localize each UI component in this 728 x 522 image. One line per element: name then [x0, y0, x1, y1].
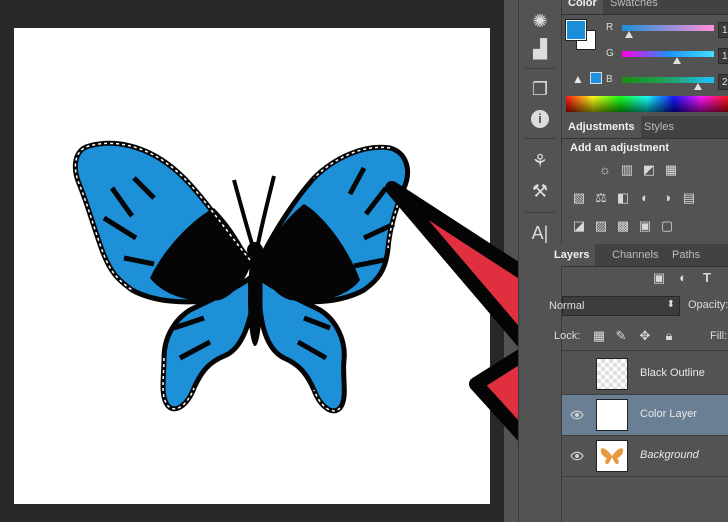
eye-icon[interactable] — [570, 449, 584, 463]
channel-label-b: B — [606, 74, 613, 85]
butterfly-body — [248, 250, 262, 346]
adjustment-icon[interactable]: ▨ — [592, 218, 610, 234]
layer-name: Color Layer — [640, 408, 697, 420]
filter-adjustment-icon[interactable]: ◐ — [674, 270, 692, 286]
channel-value-g[interactable]: 1 — [718, 48, 728, 64]
butterfly-antenna-left — [232, 179, 254, 245]
channel-value-b[interactable]: 2 — [718, 74, 728, 90]
layers-panel-tabs: Layers Channels Paths — [548, 244, 728, 267]
adjustments-panel-tabs: Adjustments Styles — [562, 116, 728, 139]
adjustment-icon[interactable]: ▤ — [680, 190, 698, 206]
tab-layers[interactable]: Layers — [548, 244, 596, 266]
eye-icon[interactable] — [570, 408, 584, 422]
layer-row[interactable]: Black Outline — [562, 354, 728, 395]
tab-styles[interactable]: Styles — [638, 116, 680, 138]
channel-value-r[interactable]: 1 — [718, 22, 728, 38]
fill-label: Fill: — [710, 330, 728, 342]
tab-paths[interactable]: Paths — [666, 244, 706, 266]
adjustment-icon[interactable]: ▥ — [618, 162, 636, 178]
lock-move-icon[interactable]: ✥ — [636, 328, 654, 344]
tab-color[interactable]: Color — [562, 0, 603, 14]
info-icon[interactable]: i — [525, 104, 555, 134]
lock-transparent-icon[interactable]: ▦ — [590, 328, 608, 344]
adjustment-icon[interactable]: ▣ — [636, 218, 654, 234]
layer-row[interactable]: Background — [562, 436, 728, 477]
color-panel-tabs: Color Swatches — [562, 0, 728, 15]
filter-pixel-icon[interactable]: ▣ — [650, 270, 668, 286]
layer-thumbnail — [596, 399, 628, 431]
add-adjustment-heading: Add an adjustment — [570, 142, 670, 154]
gamut-warning-icon: ▲ — [572, 72, 584, 86]
foreground-color-swatch[interactable] — [565, 19, 587, 41]
right-panels: Color Swatches ▲ R 1 G 1 B 2 Adjustments Styl… — [548, 0, 728, 522]
filter-type-icon[interactable]: T — [698, 270, 716, 286]
tool-presets-icon[interactable]: ⚒ — [525, 176, 555, 206]
adjustment-icon[interactable]: ◧ — [614, 190, 632, 206]
layer-thumbnail — [596, 440, 628, 472]
adjustment-icon[interactable]: ▢ — [658, 218, 676, 234]
channel-slider-thumb[interactable] — [673, 57, 682, 64]
adjustment-icon[interactable]: ▧ — [570, 190, 588, 206]
layer-row[interactable]: Color Layer — [562, 395, 728, 436]
tab-channels[interactable]: Channels — [606, 244, 664, 266]
adjustment-icon[interactable]: ◐ — [636, 190, 654, 206]
layer-name: Background — [640, 449, 699, 461]
layer-thumbnail — [596, 358, 628, 390]
color-spectrum-bar[interactable] — [566, 96, 728, 112]
opacity-label: Opacity: — [688, 299, 728, 311]
adjustment-icon[interactable]: ⚖ — [592, 190, 610, 206]
adjustment-icon[interactable]: ◩ — [640, 162, 658, 178]
adjustment-icon[interactable]: ▩ — [614, 218, 632, 234]
navigator-icon[interactable]: ✺ — [525, 6, 555, 36]
lock-label: Lock: — [554, 330, 581, 342]
channel-slider-r[interactable] — [622, 25, 714, 31]
lock-all-icon[interactable]: 🔒︎ — [660, 328, 678, 344]
channel-slider-g[interactable] — [622, 51, 714, 57]
gamut-warning-swatch[interactable] — [590, 72, 602, 84]
adjustment-icon[interactable]: ☼ — [596, 162, 614, 178]
layer-name: Black Outline — [640, 367, 705, 379]
lock-icons: ▦ ✎ ✥ 🔒︎ — [590, 328, 682, 344]
adjustment-icon[interactable]: ◑ — [658, 190, 676, 206]
adjustment-icon[interactable]: ▦ — [662, 162, 680, 178]
layers-list: Black Outline Color Layer Background — [562, 354, 728, 522]
adjustment-icon[interactable]: ◪ — [570, 218, 588, 234]
lock-brush-icon[interactable]: ✎ — [612, 328, 630, 344]
blend-mode-select[interactable]: Normal ⬍ — [549, 296, 680, 316]
dropdown-arrows-icon: ⬍ — [666, 299, 675, 310]
properties-icon[interactable]: ❐ — [525, 74, 555, 104]
tab-adjustments[interactable]: Adjustments — [562, 116, 641, 138]
channel-slider-thumb[interactable] — [625, 31, 634, 38]
channel-slider-thumb[interactable] — [694, 83, 703, 90]
brush-presets-icon[interactable]: ⚘ — [525, 146, 555, 176]
channel-label-g: G — [606, 48, 614, 59]
tab-swatches[interactable]: Swatches — [604, 0, 664, 14]
histogram-icon[interactable]: ▟ — [525, 34, 555, 64]
layer-filter-icons: ▣ ◐ T — [646, 270, 728, 286]
channel-label-r: R — [606, 22, 614, 33]
